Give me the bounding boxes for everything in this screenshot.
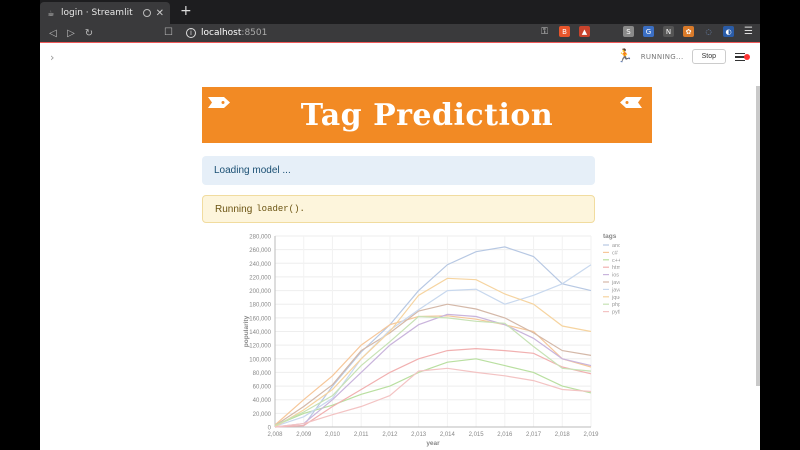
extension-sync-icon[interactable]: ◌ — [703, 26, 714, 37]
x-tick-label: 2,015 — [469, 432, 485, 438]
info-alert: Loading model ... — [202, 156, 595, 185]
series-line-html — [274, 347, 592, 428]
legend-label: python — [612, 310, 620, 316]
y-tick-label: 100,000 — [249, 357, 271, 363]
series-line-php — [274, 315, 592, 427]
extension-blue-icon[interactable]: ◐ — [723, 26, 734, 37]
legend-label: html — [612, 265, 620, 271]
y-tick-label: 260,000 — [249, 248, 271, 254]
y-tick-label: 160,000 — [249, 316, 271, 322]
legend-label: c# — [612, 250, 619, 256]
url-port: :8501 — [241, 28, 268, 38]
forward-icon[interactable]: ▷ — [62, 28, 80, 39]
app-header-controls: 🏃 RUNNING... Stop — [616, 49, 750, 64]
new-tab-button[interactable]: + — [180, 3, 192, 19]
sidebar-expand-icon[interactable]: › — [50, 51, 54, 64]
reload-icon[interactable]: ↻ — [80, 28, 98, 39]
legend-title: tags — [603, 233, 617, 240]
site-info-icon[interactable]: i — [186, 28, 196, 38]
browser-menu-icon[interactable]: ☰ — [743, 26, 754, 37]
back-icon[interactable]: ◁ — [44, 28, 62, 39]
x-tick-label: 2,014 — [440, 432, 456, 438]
y-tick-label: 60,000 — [253, 385, 272, 391]
extension-icons: ⚿ B ▲ S G N ✿ ◌ ◐ ☰ — [539, 26, 754, 37]
legend-label: php — [612, 302, 620, 308]
streamlit-app: › 🏃 RUNNING... Stop Tag Prediction Loadi… — [40, 43, 760, 450]
browser-toolbar: ◁ ▷ ↻ ☐ i localhost :8501 ⚿ B ▲ S G N ✿ … — [40, 24, 760, 42]
tab-strip: ☕ login · Streamlit ✕ + — [40, 0, 760, 24]
stop-button[interactable]: Stop — [691, 49, 726, 64]
y-tick-label: 120,000 — [249, 344, 271, 350]
brave-rewards-icon[interactable]: ▲ — [579, 26, 590, 37]
legend-label: java — [611, 280, 620, 286]
x-tick-label: 2,011 — [354, 432, 369, 438]
info-alert-text: Loading model ... — [214, 165, 291, 176]
key-icon[interactable]: ⚿ — [539, 26, 550, 37]
tag-icon — [620, 97, 642, 108]
translate-icon[interactable]: G — [643, 26, 654, 37]
brave-shield-icon[interactable]: B — [559, 26, 570, 37]
legend-label: ios — [612, 273, 619, 279]
legend-label: android — [612, 243, 620, 249]
x-tick-label: 2,009 — [296, 432, 312, 438]
running-alert-code: loader(). — [256, 204, 305, 214]
legend-label: javascript — [611, 287, 620, 293]
y-axis-label: popularity — [243, 315, 250, 347]
extension-orange-icon[interactable]: ✿ — [683, 26, 694, 37]
extension-n-icon[interactable]: N — [663, 26, 674, 37]
tag-icon — [208, 97, 230, 108]
y-tick-label: 220,000 — [249, 275, 271, 281]
hamburger-menu-icon[interactable] — [734, 51, 750, 63]
y-tick-label: 20,000 — [253, 412, 272, 418]
tab-title: login · Streamlit — [61, 8, 133, 18]
x-tick-label: 2,010 — [325, 432, 341, 438]
loading-indicator-icon — [142, 9, 151, 17]
x-tick-label: 2,016 — [497, 432, 513, 438]
x-axis-label: year — [426, 440, 440, 447]
url-host: localhost — [201, 28, 242, 38]
bookmark-icon[interactable]: ☐ — [164, 24, 173, 42]
running-alert-text: Running — [215, 203, 253, 215]
y-tick-label: 280,000 — [249, 235, 271, 241]
title-banner: Tag Prediction — [202, 87, 652, 143]
running-person-icon: 🏃 — [616, 49, 633, 64]
browser-tab[interactable]: ☕ login · Streamlit ✕ — [40, 2, 170, 24]
streamlit-favicon-icon: ☕ — [47, 8, 55, 18]
popularity-line-chart[interactable]: 0 20,000 40,000 60,000 80,000 100,000 120,000 1… — [200, 229, 636, 450]
y-tick-label: 80,000 — [253, 371, 272, 377]
running-status: RUNNING... — [640, 52, 684, 61]
url-bar[interactable]: i localhost :8501 — [186, 26, 546, 40]
notification-dot — [744, 53, 750, 60]
y-tick-label: 240,000 — [249, 262, 271, 268]
running-alert: Running loader(). — [202, 195, 595, 223]
x-tick-label: 2,019 — [583, 432, 599, 438]
chart-svg: 0 20,000 40,000 60,000 80,000 100,000 120,000 1… — [243, 233, 636, 447]
x-tick-label: 2,017 — [526, 432, 542, 438]
browser-window: ☕ login · Streamlit ✕ + ◁ ▷ ↻ ☐ i localh… — [40, 0, 760, 450]
x-tick-label: 2,018 — [555, 432, 571, 438]
y-tick-label: 140,000 — [249, 330, 271, 336]
close-tab-icon[interactable]: ✕ — [156, 8, 164, 19]
legend-label: c++ — [612, 258, 620, 264]
page-title: Tag Prediction — [300, 97, 554, 133]
page-scrollbar[interactable] — [756, 86, 760, 386]
x-tick-label: 2,013 — [411, 432, 427, 438]
x-tick-label: 2,008 — [267, 432, 283, 438]
extension-s-icon[interactable]: S — [623, 26, 634, 37]
x-tick-label: 2,012 — [382, 432, 398, 438]
y-tick-label: 200,000 — [249, 289, 271, 295]
legend-label: jquery — [611, 295, 620, 301]
y-tick-label: 40,000 — [253, 398, 272, 404]
y-tick-label: 0 — [268, 426, 272, 432]
y-tick-label: 180,000 — [249, 303, 271, 309]
